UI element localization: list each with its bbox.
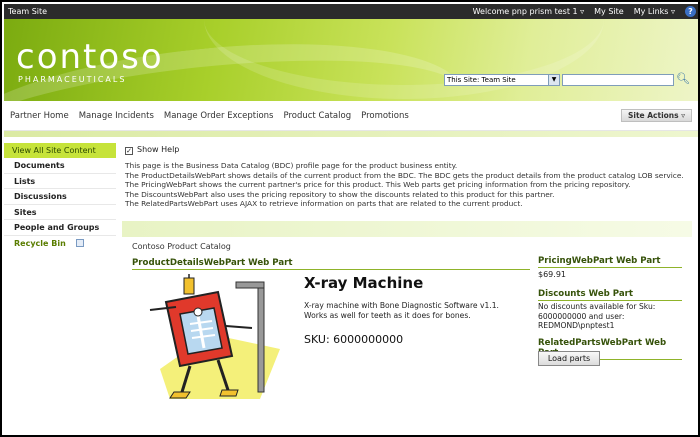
pricing-webpart-title: PricingWebPart Web Part bbox=[538, 256, 682, 268]
product-details-webpart-title: ProductDetailsWebPart Web Part bbox=[132, 258, 530, 270]
my-links-menu[interactable]: My Links ▿ bbox=[634, 4, 675, 19]
contoso-logo[interactable]: contoso bbox=[16, 37, 164, 77]
site-actions-button[interactable]: Site Actions ▿ bbox=[620, 109, 692, 122]
discounts-webpart-title: Discounts Web Part bbox=[538, 289, 682, 301]
product-description: X-ray machine with Bone Diagnostic Softw… bbox=[304, 301, 499, 320]
catalog-title: Contoso Product Catalog bbox=[132, 242, 231, 251]
sidebar-item-discussions[interactable]: Discussions bbox=[4, 189, 116, 205]
help-icon[interactable]: ? bbox=[685, 6, 696, 17]
search-input[interactable] bbox=[562, 74, 674, 86]
title-strip bbox=[4, 131, 698, 137]
nav-tab-manage-incidents[interactable]: Manage Incidents bbox=[79, 111, 154, 121]
sharepoint-page: Team Site Welcome pnp prism test 1 ▿ My … bbox=[0, 0, 700, 437]
my-site-link[interactable]: My Site bbox=[594, 4, 624, 19]
view-all-site-content-link[interactable]: View All Site Content bbox=[4, 143, 116, 158]
separator-band bbox=[122, 221, 692, 237]
discounts-message: No discounts available for Sku: 60000000… bbox=[538, 302, 656, 331]
chevron-down-icon[interactable]: ▼ bbox=[548, 75, 559, 85]
logo-subtitle: PHARMACEUTICALS bbox=[18, 75, 127, 84]
top-navigation: Partner Home Manage Incidents Manage Ord… bbox=[4, 101, 698, 131]
show-help-checkbox[interactable]: ✓ bbox=[125, 147, 133, 155]
sidebar-item-lists[interactable]: Lists bbox=[4, 174, 116, 190]
sidebar-item-documents[interactable]: Documents bbox=[4, 158, 116, 174]
top-bar-links: Welcome pnp prism test 1 ▿ My Site My Li… bbox=[473, 4, 696, 19]
welcome-menu[interactable]: Welcome pnp prism test 1 ▿ bbox=[473, 4, 585, 19]
xray-machine-image bbox=[149, 274, 280, 399]
quick-launch: View All Site Content Documents Lists Di… bbox=[4, 143, 116, 252]
search-scope-select[interactable]: This Site: Team Site ▼ bbox=[444, 74, 560, 86]
product-name: X-ray Machine bbox=[304, 274, 424, 292]
nav-tab-manage-order-exceptions[interactable]: Manage Order Exceptions bbox=[164, 111, 274, 121]
product-price: $69.91 bbox=[538, 270, 566, 279]
sidebar-item-sites[interactable]: Sites bbox=[4, 205, 116, 221]
nav-tab-product-catalog[interactable]: Product Catalog bbox=[283, 111, 351, 121]
global-top-bar: Team Site Welcome pnp prism test 1 ▿ My … bbox=[4, 4, 698, 19]
nav-tabs: Partner Home Manage Incidents Manage Ord… bbox=[10, 111, 409, 121]
chevron-down-icon: ▿ bbox=[681, 111, 685, 120]
load-parts-button[interactable]: Load parts bbox=[538, 351, 600, 366]
recycle-bin-icon bbox=[75, 239, 84, 248]
sidebar-item-people-and-groups[interactable]: People and Groups bbox=[4, 220, 116, 236]
sidebar-item-recycle-bin[interactable]: Recycle Bin bbox=[4, 236, 116, 252]
site-name-link[interactable]: Team Site bbox=[8, 4, 47, 19]
search-icon[interactable]: 🔍︎ bbox=[676, 72, 690, 86]
product-sku: SKU: 6000000000 bbox=[304, 333, 404, 346]
nav-tab-promotions[interactable]: Promotions bbox=[361, 111, 409, 121]
help-description: This page is the Business Data Catalog (… bbox=[125, 161, 684, 209]
nav-tab-partner-home[interactable]: Partner Home bbox=[10, 111, 69, 121]
site-banner: contoso PHARMACEUTICALS This Site: Team … bbox=[4, 19, 698, 101]
show-help-toggle[interactable]: ✓ Show Help bbox=[125, 145, 179, 155]
